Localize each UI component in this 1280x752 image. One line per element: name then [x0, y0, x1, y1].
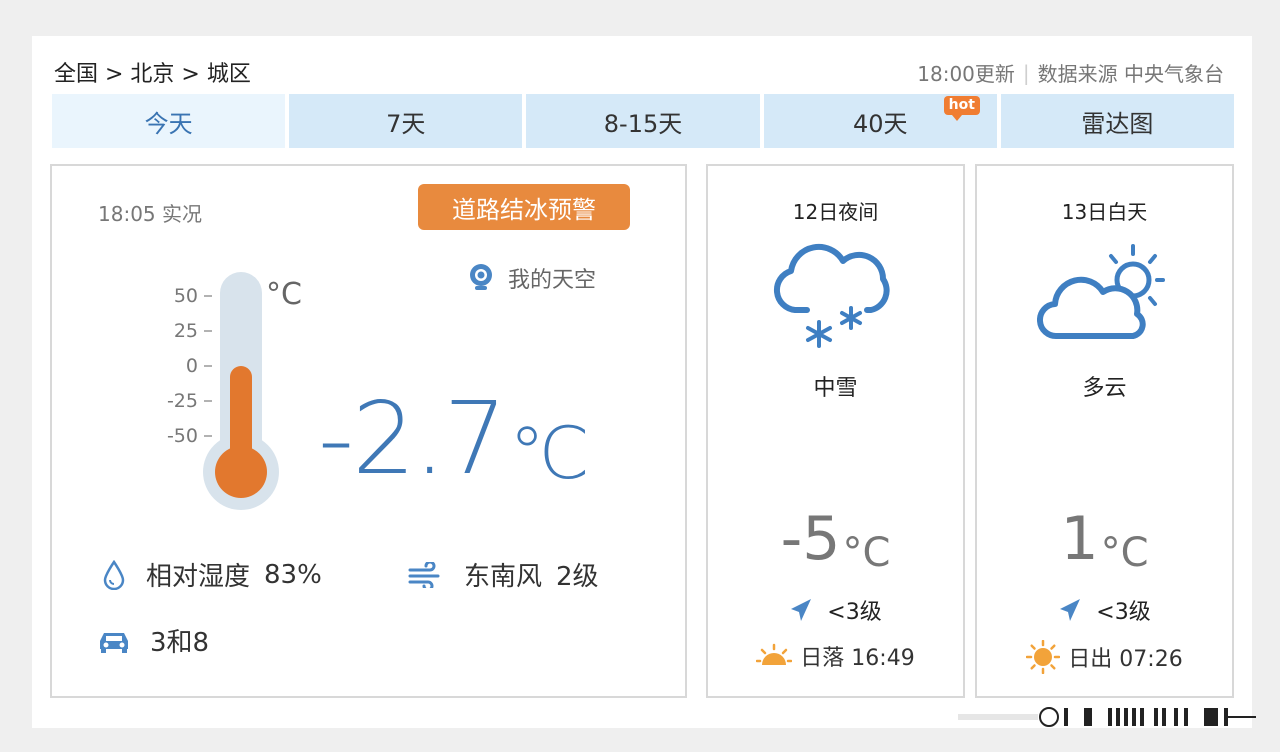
wind-direction-arrow-icon: [1060, 599, 1081, 621]
sunset-info: 日落 16:49: [708, 640, 963, 672]
night-wind-level: <3级: [827, 600, 882, 625]
update-time: 18:00更新: [917, 62, 1015, 86]
tab-label: 雷达图: [1081, 109, 1154, 138]
wind-info: 东南风 2级: [408, 556, 599, 593]
day-wind: <3级: [977, 594, 1232, 626]
tab-40-days[interactable]: 40天 hot: [763, 94, 997, 148]
partly-cloudy-icon: [1036, 244, 1165, 340]
tab-today[interactable]: 今天: [52, 94, 286, 148]
humidity-label: 相对湿度: [146, 562, 251, 592]
watermark-graphic: [958, 707, 1256, 727]
tab-label: 8-15天: [603, 109, 683, 138]
day-forecast-panel[interactable]: 13日白天 多云 1 °C <3级 日出 07:26: [975, 164, 1234, 698]
breadcrumb[interactable]: 全国 > 北京 > 城区: [54, 56, 251, 88]
day-weather: 多云: [1082, 376, 1127, 401]
road-ice-warning-badge[interactable]: 道路结冰预警: [418, 184, 630, 230]
hot-badge: hot: [943, 96, 980, 121]
day-temperature: 1 °C: [977, 504, 1232, 588]
wind-level: 2级: [556, 562, 599, 592]
forecast-tabs: 今天 7天 8-15天 40天 hot 雷达图: [52, 94, 1235, 148]
thermo-tick-label: -25: [167, 390, 198, 412]
night-temp-value: -5: [780, 504, 841, 574]
wind-direction: 东南风: [464, 562, 543, 592]
current-conditions-panel: 18:05 实况 道路结冰预警 我的天空 50 25 0 -25 -50 °C …: [50, 164, 687, 698]
tab-label: 今天: [144, 109, 193, 138]
thermo-tick-label: 0: [186, 355, 198, 377]
car-icon: [100, 632, 128, 653]
tab-radar[interactable]: 雷达图: [1000, 94, 1235, 148]
day-temp-unit: °C: [1100, 530, 1149, 576]
observation-time: 18:05 实况: [98, 202, 202, 226]
sunrise-label: 日出 07:26: [1068, 647, 1183, 672]
night-weather: 中雪: [813, 376, 858, 401]
weather-card: 全国 > 北京 > 城区 18:00更新 | 数据来源 中央气象台 今天 7天 …: [32, 36, 1252, 728]
thermo-tick-label: -50: [167, 425, 198, 447]
night-wind: <3级: [708, 594, 963, 626]
tab-7-days[interactable]: 7天: [289, 94, 523, 148]
data-source: 数据来源 中央气象台: [1037, 62, 1224, 86]
camera-pin-icon: [470, 264, 492, 290]
day-temp-value: 1: [1060, 504, 1099, 574]
night-temp-unit: °C: [842, 530, 891, 576]
sunrise-info: 日出 07:26: [977, 640, 1232, 674]
current-temp-value: -2.7: [318, 380, 507, 497]
current-temp-unit: ℃: [509, 411, 590, 495]
traffic-restriction-info: 3和8: [98, 622, 209, 659]
tab-8-15-days[interactable]: 8-15天: [526, 94, 760, 148]
tab-label: 40天: [852, 109, 908, 138]
thermo-tick-label: 25: [174, 320, 198, 342]
thermo-tick-label: 50: [174, 285, 198, 307]
traffic-restriction-numbers: 3和8: [150, 628, 210, 658]
night-title: 12日夜间: [792, 200, 879, 224]
current-temperature: -2.7 ℃: [318, 380, 590, 508]
humidity-info: 相对湿度 83%: [102, 556, 322, 593]
update-info: 18:00更新 | 数据来源 中央气象台: [917, 58, 1224, 87]
tab-label: 7天: [386, 109, 426, 138]
water-drop-icon: [103, 559, 125, 590]
wind-icon: [408, 561, 440, 588]
thermometer-icon: 50 25 0 -25 -50 °C: [167, 272, 302, 510]
my-sky-label: 我的天空: [508, 268, 597, 293]
day-wind-level: <3级: [1096, 600, 1151, 625]
sunrise-icon: [1026, 640, 1061, 674]
sunset-label: 日落 16:49: [800, 646, 915, 671]
my-sky-link[interactable]: 我的天空: [468, 262, 596, 294]
sunset-icon: [756, 643, 793, 665]
day-title: 13日白天: [1061, 200, 1148, 224]
humidity-value: 83%: [264, 559, 322, 590]
snow-cloud-icon: [773, 243, 890, 348]
wind-direction-arrow-icon: [791, 599, 812, 621]
night-forecast-panel[interactable]: 12日夜间 中雪 -5 °C <3级 日落 16:49: [706, 164, 965, 698]
thermo-unit-label: °C: [266, 277, 302, 312]
night-temperature: -5 °C: [708, 504, 963, 588]
divider: |: [1022, 60, 1030, 85]
